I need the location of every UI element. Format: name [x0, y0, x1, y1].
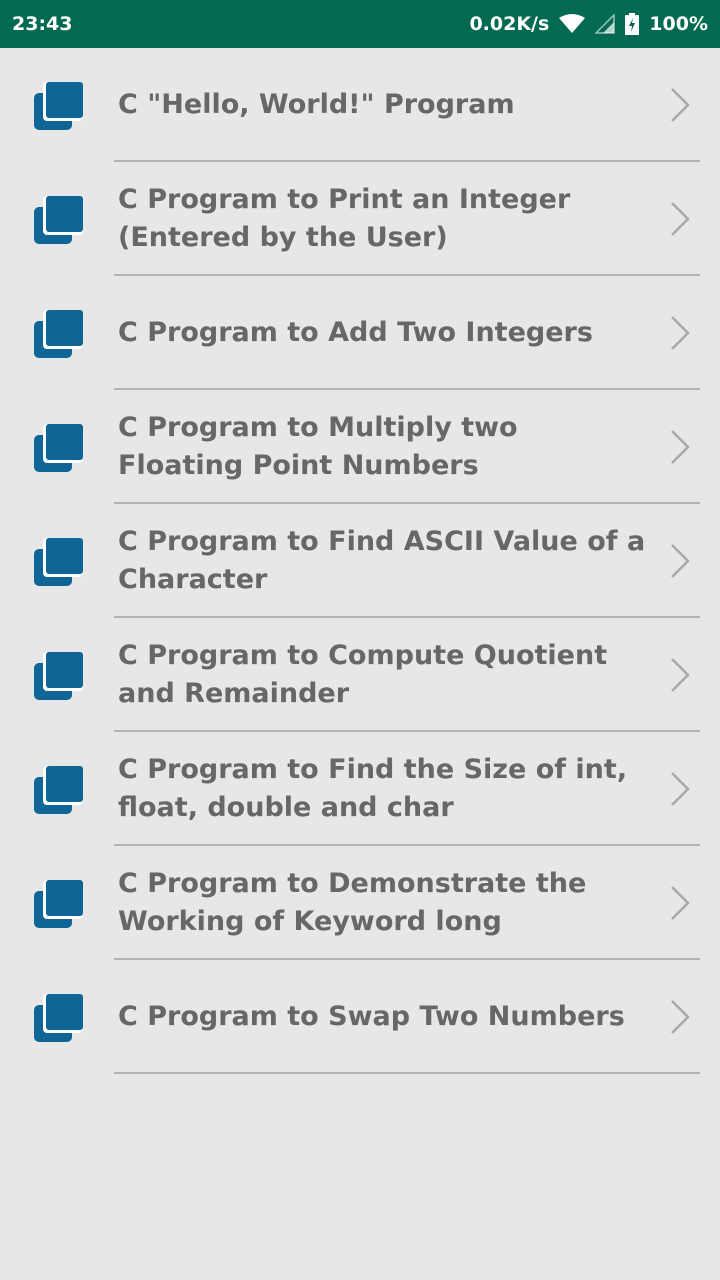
status-icons: 0.02K/s 100% — [469, 13, 708, 35]
list-item[interactable]: C Program to Print an Integer (Entered b… — [0, 162, 720, 276]
list-item[interactable]: C Program to Compute Quotient and Remain… — [0, 618, 720, 732]
list-item-label: C Program to Swap Two Numbers — [118, 1001, 625, 1032]
chevron-right-icon — [668, 884, 694, 922]
stacked-squares-icon — [32, 992, 84, 1044]
battery-level: 100% — [649, 13, 708, 35]
status-time: 23:43 — [12, 13, 73, 35]
status-bar: 23:43 0.02K/s 100% — [0, 0, 720, 48]
chevron-right-icon — [668, 542, 694, 580]
stacked-squares-icon — [32, 650, 84, 702]
list-item[interactable]: C Program to Find ASCII Value of a Chara… — [0, 504, 720, 618]
list-item-label: C Program to Demonstrate the Working of … — [118, 868, 587, 937]
chevron-right-icon — [668, 770, 694, 808]
list-item[interactable]: C Program to Demonstrate the Working of … — [0, 846, 720, 960]
stacked-squares-icon — [32, 536, 84, 588]
list-item[interactable]: C Program to Find the Size of int, float… — [0, 732, 720, 846]
list-item-label: C "Hello, World!" Program — [118, 89, 515, 120]
list-item[interactable]: C Program to Multiply two Floating Point… — [0, 390, 720, 504]
chevron-right-icon — [668, 200, 694, 238]
stacked-squares-icon — [32, 764, 84, 816]
cell-signal-icon — [595, 14, 616, 34]
chevron-right-icon — [668, 86, 694, 124]
chevron-right-icon — [668, 656, 694, 694]
list-item-label: C Program to Find the Size of int, float… — [118, 754, 628, 823]
stacked-squares-icon — [32, 194, 84, 246]
stacked-squares-icon — [32, 422, 84, 474]
battery-charging-icon — [625, 13, 640, 35]
chevron-right-icon — [668, 428, 694, 466]
list-item[interactable]: C Program to Add Two Integers — [0, 276, 720, 390]
list-item-label: C Program to Find ASCII Value of a Chara… — [118, 526, 646, 595]
chevron-right-icon — [668, 998, 694, 1036]
wifi-icon — [559, 14, 586, 34]
network-speed: 0.02K/s — [469, 13, 550, 35]
stacked-squares-icon — [32, 878, 84, 930]
stacked-squares-icon — [32, 308, 84, 360]
list-item-label: C Program to Multiply two Floating Point… — [118, 412, 518, 481]
list-item[interactable]: C "Hello, World!" Program — [0, 48, 720, 162]
program-list: C "Hello, World!" Program C Program to Pr… — [0, 48, 720, 1074]
list-item-label: C Program to Print an Integer (Entered b… — [118, 184, 571, 253]
chevron-right-icon — [668, 314, 694, 352]
list-item-label: C Program to Add Two Integers — [118, 317, 593, 348]
list-item[interactable]: C Program to Swap Two Numbers — [0, 960, 720, 1074]
divider — [114, 1072, 700, 1074]
list-item-label: C Program to Compute Quotient and Remain… — [118, 640, 608, 709]
stacked-squares-icon — [32, 80, 84, 132]
